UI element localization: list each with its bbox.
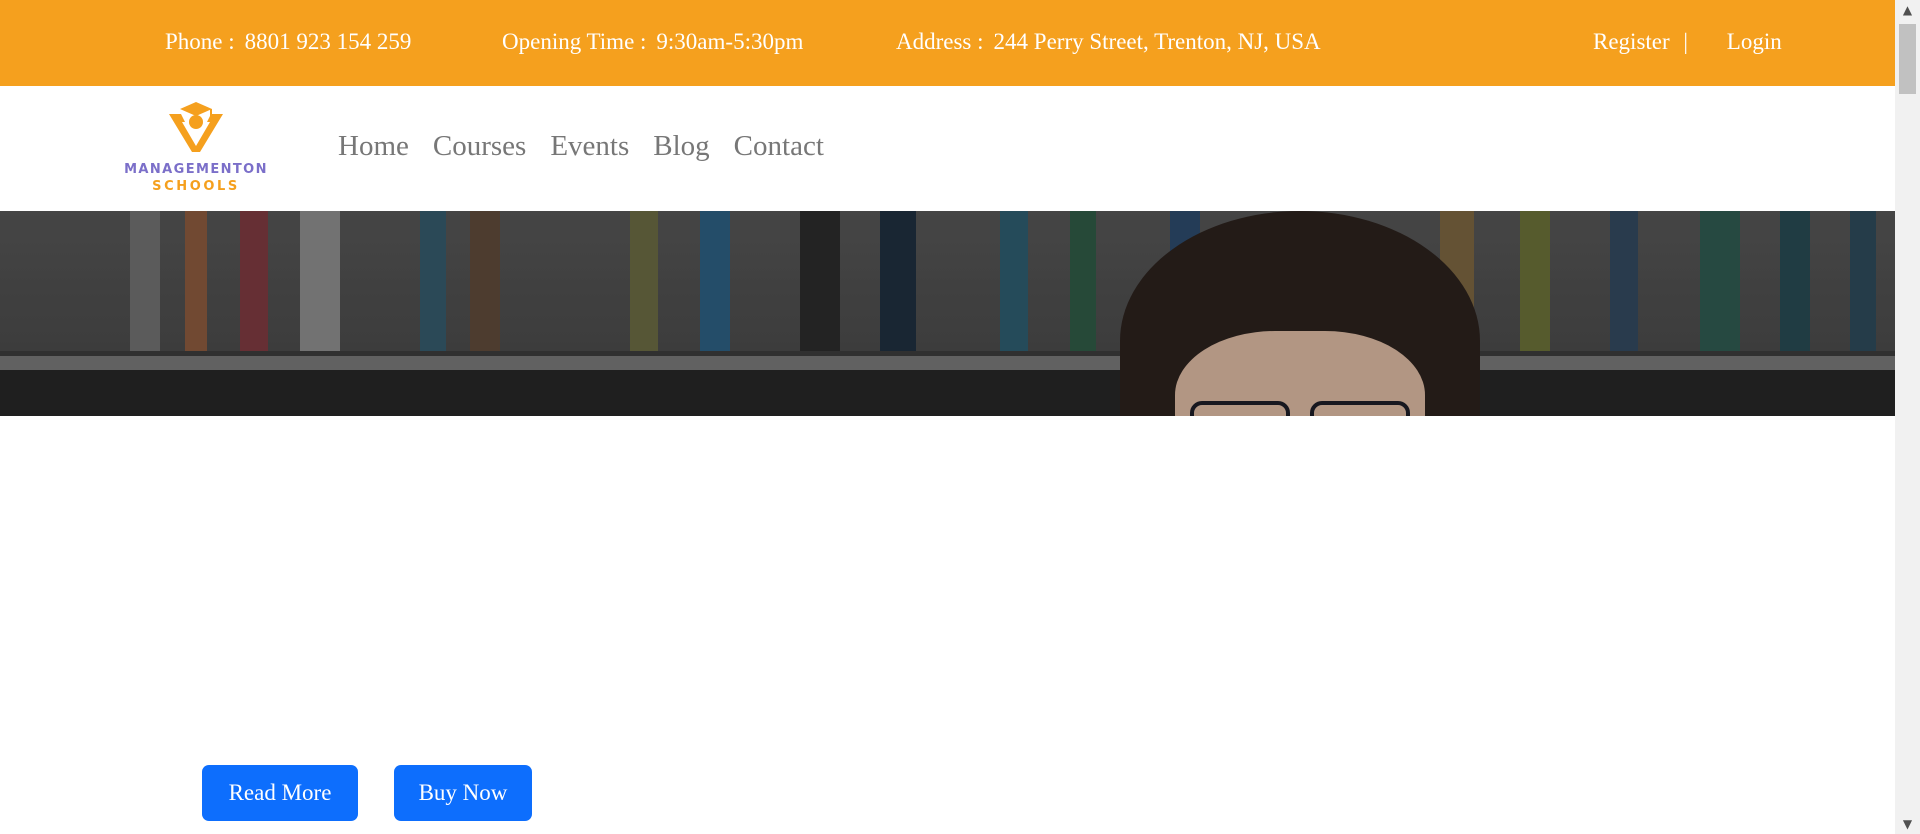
phone-label: Phone : [165,29,235,54]
scroll-down-arrow-icon[interactable]: ▼ [1895,814,1920,834]
logo-text-primary: MANAGEMENTON [124,162,268,177]
address-info: Address : 244 Perry Street, Trenton, NJ, … [896,29,1321,55]
nav-contact[interactable]: Contact [734,130,824,163]
site-header: MANAGEMENTON SCHOOLS Home Courses Events… [0,86,1895,211]
auth-links: Register | Login [1593,29,1782,55]
scrollbar-thumb[interactable] [1899,24,1916,94]
register-link[interactable]: Register [1593,29,1670,54]
buy-now-button[interactable]: Buy Now [394,765,532,821]
auth-separator: | [1683,29,1689,54]
address-label: Address : [896,29,984,54]
vertical-scrollbar[interactable]: ▲ ▼ [1895,0,1920,834]
opening-time-label: Opening Time : [502,29,647,54]
read-more-button[interactable]: Read More [202,765,358,821]
opening-time-info: Opening Time : 9:30am-5:30pm [502,29,803,55]
nav-events[interactable]: Events [550,130,629,163]
top-info-bar: Phone : 8801 923 154 259 Opening Time : 9:… [0,0,1895,86]
address-value: 244 Perry Street, Trenton, NJ, USA [993,29,1321,54]
nav-blog[interactable]: Blog [653,130,709,163]
login-link[interactable]: Login [1727,29,1782,54]
opening-time-value: 9:30am-5:30pm [656,29,804,54]
hero-banner-image [0,211,1895,416]
main-navigation: Home Courses Events Blog Contact [338,130,848,163]
scroll-up-arrow-icon[interactable]: ▲ [1895,0,1920,20]
phone-info: Phone : 8801 923 154 259 [165,29,411,55]
logo-text-secondary: SCHOOLS [152,179,240,194]
nav-home[interactable]: Home [338,130,409,163]
nav-courses[interactable]: Courses [433,130,526,163]
site-logo[interactable]: MANAGEMENTON SCHOOLS [118,100,278,200]
phone-value: 8801 923 154 259 [244,29,412,54]
graduate-emblem-icon [169,102,223,152]
